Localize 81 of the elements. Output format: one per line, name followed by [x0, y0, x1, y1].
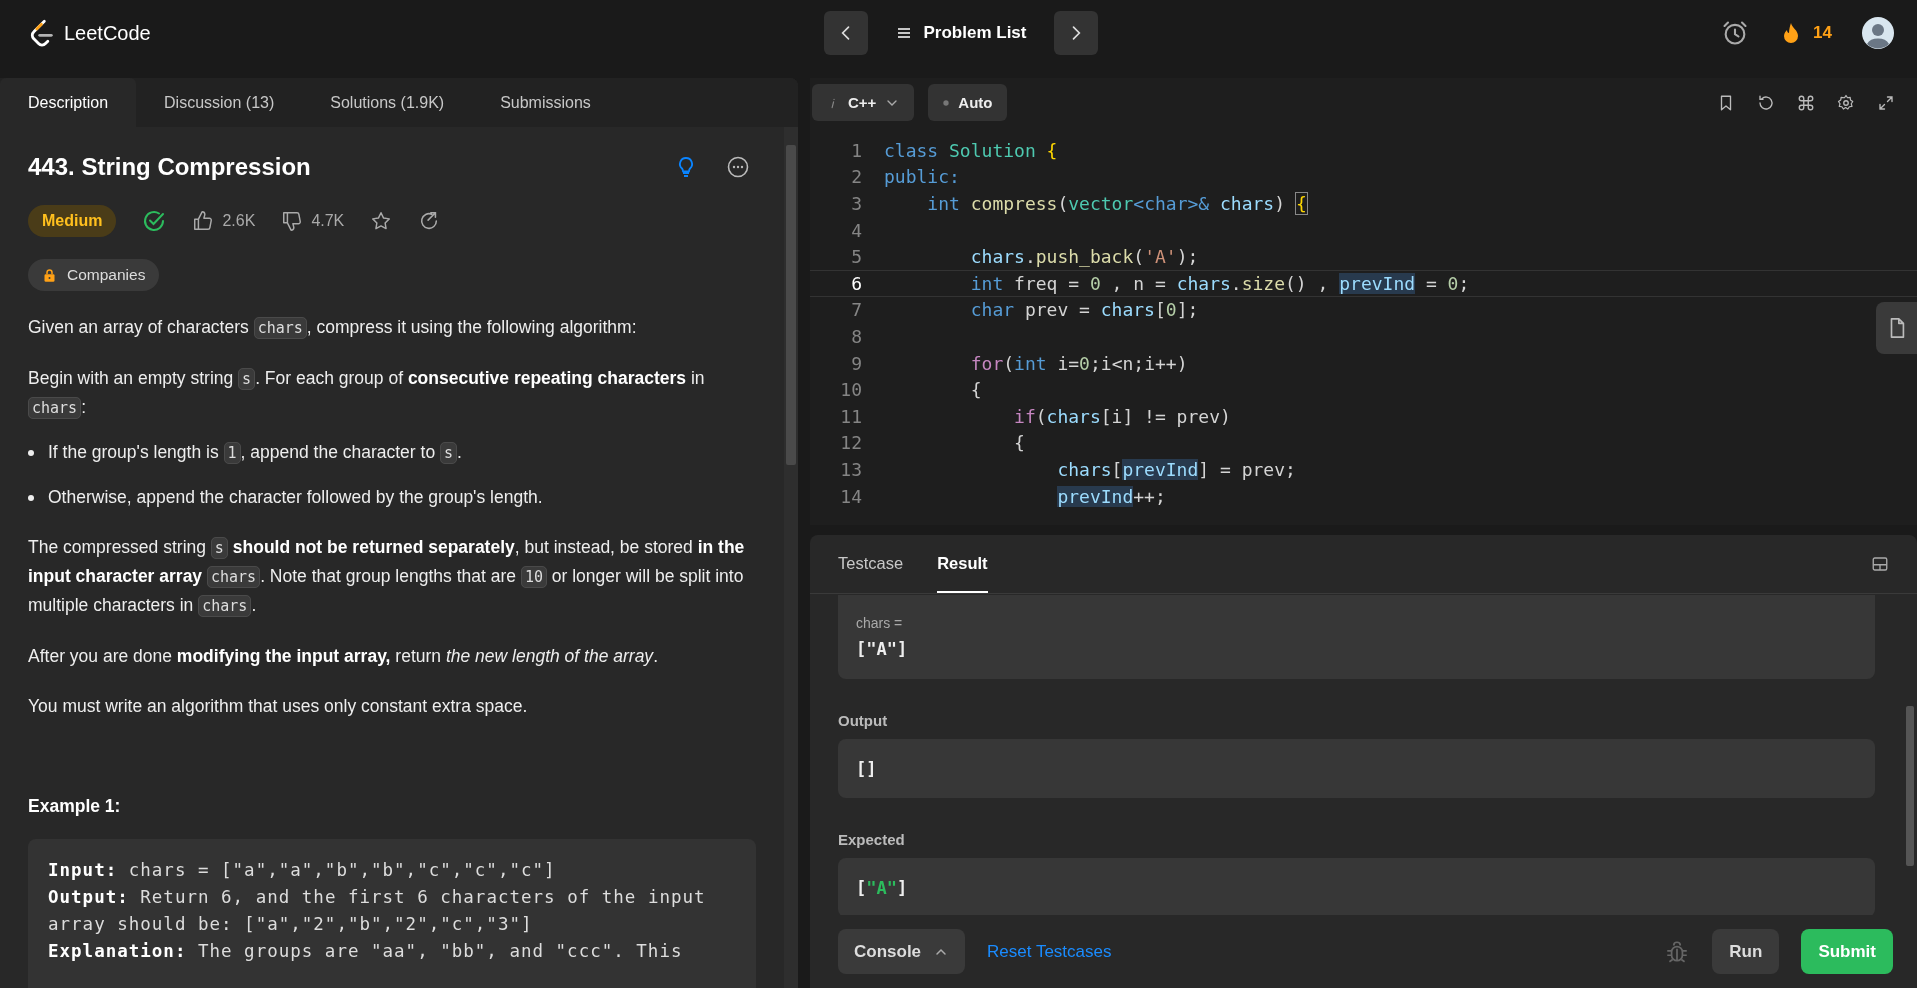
- scroll-thumb[interactable]: [1906, 706, 1914, 866]
- line-number: 3: [850, 193, 862, 214]
- bullet-text: If the group's length is 1 , append the character to s .: [48, 441, 462, 466]
- input-label: chars =: [856, 615, 903, 631]
- tab[interactable]: Solutions (1.9K): [302, 78, 473, 127]
- command-icon[interactable]: [1797, 93, 1815, 112]
- logo-text[interactable]: LeetCode: [64, 21, 151, 45]
- bullet-dot: [28, 495, 34, 501]
- scroll-thumb[interactable]: [786, 145, 796, 465]
- code-line: int compress(vector<char>& chars) {: [926, 193, 1307, 214]
- settings-icon[interactable]: [1837, 93, 1855, 112]
- result-value: ["A"]: [856, 639, 908, 659]
- star-icon[interactable]: [370, 210, 393, 232]
- line-number: 13: [839, 458, 862, 480]
- result-value: []: [856, 758, 877, 779]
- dislike-count: 4.7K: [311, 212, 345, 230]
- file-button[interactable]: [1876, 302, 1917, 354]
- example-text: Explanation: The groups are "aa", "bb", and "ccc". This: [48, 940, 684, 963]
- more-icon[interactable]: [726, 155, 750, 179]
- console-button[interactable]: Console: [838, 929, 966, 974]
- code-line: chars[prevInd] = prev;: [1056, 458, 1296, 480]
- line-number: 8: [850, 325, 862, 347]
- auto-button[interactable]: Auto: [928, 84, 1007, 121]
- line-number: 11: [839, 405, 862, 427]
- expand-icon[interactable]: [1877, 93, 1895, 112]
- section-label: Output: [838, 712, 889, 729]
- logo-icon[interactable]: [28, 19, 56, 47]
- like-count: 2.6K: [222, 212, 256, 230]
- menu-icon: [895, 25, 912, 41]
- line-number: 14: [839, 485, 862, 507]
- thumbs-down-icon[interactable]: [281, 210, 304, 232]
- bullet-dot: [28, 450, 34, 456]
- code-line: {: [1013, 432, 1025, 454]
- description-paragraph: The compressed string s should not be returned separately, but instead, be stored in the input character array chars . Note that group lengths that are 10 or longer will be split into multiple characters in chars .: [28, 536, 746, 619]
- line-number: 2: [850, 166, 862, 188]
- line-number: 9: [850, 352, 862, 374]
- companies-button[interactable]: Companies: [28, 259, 160, 291]
- tab[interactable]: Submissions: [472, 78, 619, 127]
- line-number: 5: [850, 246, 862, 268]
- tab[interactable]: Discussion (13): [136, 78, 303, 127]
- code-line: for(int i=0;i<n;i++): [969, 352, 1188, 374]
- line-number: 12: [839, 432, 862, 454]
- difficulty-badge: Medium: [28, 205, 117, 237]
- streak-count: 14: [1813, 23, 1832, 43]
- result-value: ["A"]: [856, 877, 908, 898]
- line-number: 7: [850, 299, 862, 321]
- example-text: Input: chars = ["a","a","b","b","c","c","c"]: [48, 859, 557, 882]
- description-paragraph: Begin with an empty string s . For each group of consecutive repeating characters in chars :: [28, 367, 706, 421]
- description-paragraph: Given an array of characters chars , compress it using the following algorithm:: [28, 316, 638, 341]
- tab[interactable]: Description: [0, 78, 137, 127]
- code-line: chars.push_back('A');: [969, 246, 1199, 268]
- code-line: if(chars[i] != prev): [1013, 405, 1231, 427]
- dot-icon: [942, 98, 951, 107]
- description-paragraph: After you are done modifying the input array, return the new length of the array.: [28, 645, 659, 668]
- avatar-icon[interactable]: [1862, 17, 1894, 49]
- problem-title: 443. String Compression: [28, 153, 312, 181]
- line-number: 10: [839, 379, 862, 401]
- line-number: 4: [850, 219, 862, 241]
- section-label: Expected: [838, 831, 906, 848]
- problem-list-button[interactable]: Problem List: [881, 23, 1041, 43]
- bullet-text: Otherwise, append the character followed by the group's length.: [48, 486, 543, 509]
- tab[interactable]: Result: [937, 535, 988, 593]
- code-line: {: [969, 379, 982, 401]
- run-button[interactable]: Run: [1712, 929, 1780, 974]
- line-number: 1: [850, 139, 862, 161]
- code-line: int freq = 0 , n = chars.size() , prevInd = 0;: [969, 272, 1470, 294]
- thumbs-up-icon[interactable]: [192, 210, 215, 232]
- code-line: char prev = chars[0];: [969, 299, 1199, 321]
- lock-icon: [42, 267, 57, 283]
- scrollbar[interactable]: [784, 127, 798, 988]
- reset-icon[interactable]: [1757, 93, 1775, 112]
- description-paragraph: You must write an algorithm that uses only constant extra space.: [28, 695, 529, 718]
- example-heading: Example 1:: [28, 796, 122, 817]
- example-text: Output: Return 6, and the first 6 characters of the input array should be: ["a","2","b","2","c","3"]: [48, 886, 707, 936]
- code-line: class Solution {: [884, 139, 1058, 161]
- layout-icon[interactable]: [1871, 555, 1889, 573]
- language-dropdown[interactable]: C++: [812, 84, 915, 121]
- code-line: public:: [884, 166, 960, 188]
- reset-testcases-link[interactable]: Reset Testcases: [987, 941, 1112, 962]
- line-number: 6: [850, 272, 862, 294]
- tab[interactable]: Testcase: [838, 535, 904, 593]
